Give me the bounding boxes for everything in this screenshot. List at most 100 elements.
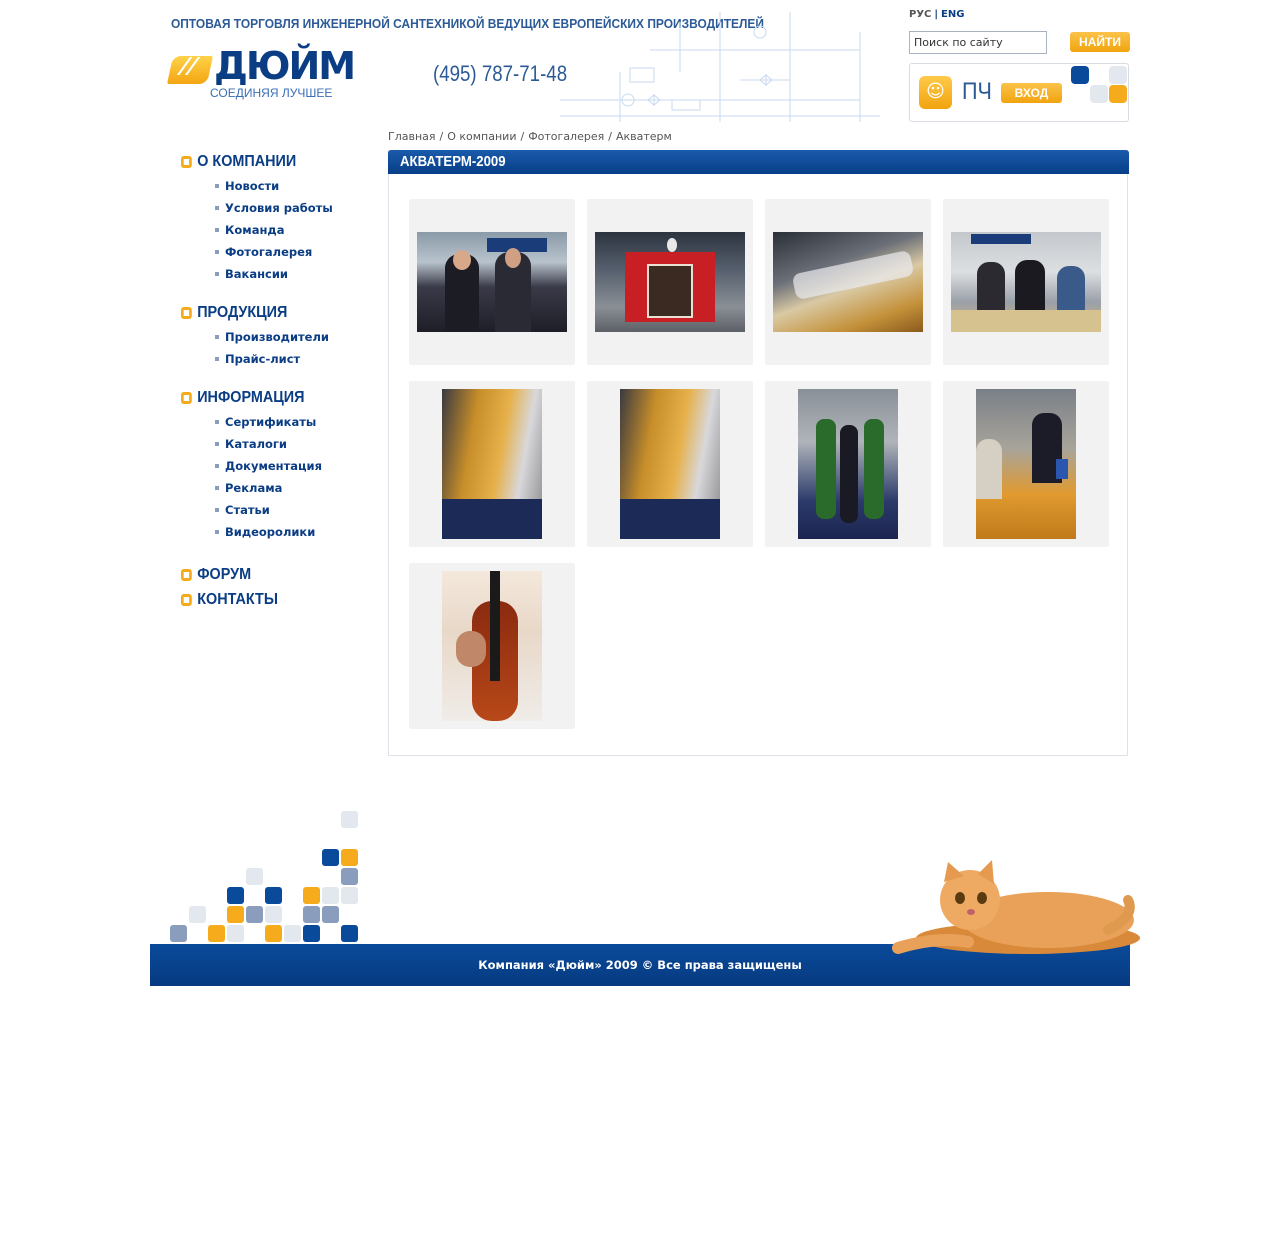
deco-square [303,887,320,904]
nav-link-company[interactable]: О КОМПАНИИ [181,153,361,171]
breadcrumb: Главная / О компании / Фотогалерея / Акватерм [388,130,672,143]
photo-face [453,250,471,270]
nav-item-documentation[interactable]: Документация [215,455,381,477]
nav-section-info: ИНФОРМАЦИЯ Сертификаты Каталоги Документ… [181,389,381,543]
dot-icon [215,486,219,490]
gallery-panel: АКВАТЕРМ-2009 [388,150,1129,756]
nav-item-catalogs[interactable]: Каталоги [215,433,381,455]
photo-desk [951,310,1101,332]
nav-item-articles[interactable]: Статьи [215,499,381,521]
breadcrumb-home[interactable]: Главная [388,130,436,143]
nav-item-certificates[interactable]: Сертификаты [215,411,381,433]
deco-square [208,925,225,942]
nav-item-terms[interactable]: Условия работы [215,197,381,219]
deco-square [227,906,244,923]
deco-square [170,925,187,942]
nav-item-advertising[interactable]: Реклама [215,477,381,499]
nav-link-info[interactable]: ИНФОРМАЦИЯ [181,389,361,407]
deco-square [341,811,358,828]
sidebar-nav: О КОМПАНИИ Новости Условия работы Команд… [181,153,381,609]
dot-icon [215,357,219,361]
nav-item-manufacturers[interactable]: Производители [215,326,381,348]
nav-link-products[interactable]: ПРОДУКЦИЯ [181,304,361,322]
gallery-thumb[interactable] [765,199,931,365]
nav-item-news[interactable]: Новости [215,175,381,197]
gallery-thumb[interactable] [587,199,753,365]
deco-square [1090,85,1108,103]
gallery-thumb[interactable] [409,199,575,365]
footer-copyright: Компания «Дюйм» 2009 © Все права защищен… [478,958,802,972]
photo-floor [620,499,720,539]
search-input[interactable] [909,31,1047,54]
pipe-schematic-decoration [560,12,880,122]
deco-square [341,925,358,942]
photo-red-exhibition-stand [595,232,745,332]
photo-person [864,419,884,519]
photo-flag [1056,459,1068,479]
language-switcher: РУС | ENG [909,9,964,20]
gallery-thumb[interactable] [409,563,575,729]
dot-icon [215,250,219,254]
nav-link-forum[interactable]: ФОРУМ [181,566,361,584]
site-logo[interactable]: // ДЮЙМ СОЕДИНЯЯ ЛУЧШЕЕ [167,46,400,102]
bullet-icon [181,307,192,319]
dot-icon [215,530,219,534]
photo-violin-neck [490,571,500,681]
bullet-icon [181,594,192,606]
dot-icon [215,464,219,468]
deco-square [1109,85,1127,103]
gallery-thumb[interactable] [943,381,1109,547]
deco-square [341,887,358,904]
nav-section-contacts: КОНТАКТЫ [181,591,381,609]
gallery-thumb[interactable] [765,381,931,547]
gallery-title: АКВАТЕРМ-2009 [400,153,506,170]
deco-square [1071,66,1089,84]
nav-item-team[interactable]: Команда [215,219,381,241]
logo-mark-icon: // [167,54,213,84]
deco-square [303,925,320,942]
nav-item-vacancies[interactable]: Вакансии [215,263,381,285]
logo-text: ДЮЙМ [214,44,356,88]
logo-slogan: СОЕДИНЯЯ ЛУЧШЕЕ [210,86,333,100]
photo-promo-girls [798,389,898,539]
nav-section-company: О КОМПАНИИ Новости Условия работы Команд… [181,153,381,285]
photo-hand [456,631,486,667]
lang-ru-link[interactable]: РУС [909,9,931,20]
dot-icon [215,272,219,276]
nav-item-gallery[interactable]: Фотогалерея [215,241,381,263]
dot-icon [215,420,219,424]
lang-en-link[interactable]: ENG [941,9,964,20]
photo-floor [442,499,542,539]
search-button[interactable]: НАЙТИ [1070,32,1130,52]
deco-square [1109,66,1127,84]
deco-square [265,925,282,942]
photo-violin [442,571,542,721]
breadcrumb-company[interactable]: О компании [447,130,516,143]
gallery-thumb[interactable] [943,199,1109,365]
login-button[interactable]: ВХОД [1001,83,1062,103]
photo-stand-perspective-2 [620,389,720,539]
nav-section-forum: ФОРУМ [181,566,381,584]
deco-square [265,887,282,904]
deco-square [322,906,339,923]
nav-item-pricelist[interactable]: Прайс-лист [215,348,381,370]
phone-number: (495) 787-71-48 [433,61,568,86]
deco-square [341,849,358,866]
dot-icon [215,184,219,188]
gallery-thumb[interactable] [587,381,753,547]
kitten-image [892,860,1140,954]
people-group-icon: ☺ [919,76,952,109]
dot-icon [215,508,219,512]
photo-person [816,419,836,519]
nav-item-videos[interactable]: Видеоролики [215,521,381,543]
photo-curved-logo-wall [773,232,923,332]
deco-square [246,906,263,923]
nav-link-contacts[interactable]: КОНТАКТЫ [181,591,361,609]
photo-person [1057,266,1085,312]
photo-negotiation-table [976,389,1076,539]
photo-stand-perspective-1 [442,389,542,539]
gallery-thumb[interactable] [409,381,575,547]
deco-square [322,849,339,866]
bullet-icon [181,569,192,581]
breadcrumb-gallery[interactable]: Фотогалерея [528,130,604,143]
